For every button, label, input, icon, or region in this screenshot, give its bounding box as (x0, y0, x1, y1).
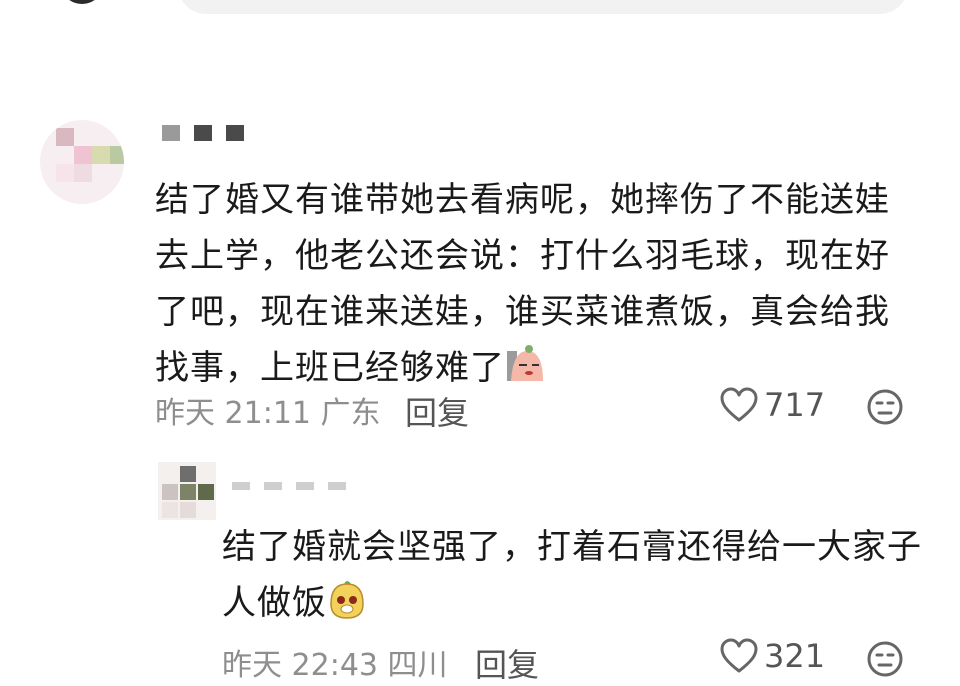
avatar-pixel (56, 164, 74, 182)
username-redacted[interactable] (162, 125, 244, 141)
avatar-pixel (180, 502, 196, 518)
avatar-pixel (180, 466, 196, 482)
avatar[interactable] (40, 120, 124, 204)
avatar-pixel (110, 146, 124, 164)
comment-input-bar[interactable] (178, 0, 908, 14)
neutral-face-icon[interactable] (866, 640, 904, 678)
avatar-pixel (74, 164, 92, 182)
heart-outline-icon (720, 387, 758, 422)
reply-reply-button[interactable]: 回复 (475, 640, 539, 686)
tired-face-emoji (505, 345, 545, 385)
like-button[interactable]: 717 (720, 386, 825, 424)
avatar-pixel (74, 146, 92, 164)
avatar-pixel (162, 484, 178, 500)
reply-like-count: 321 (764, 637, 826, 675)
avatar-pixel (92, 146, 110, 164)
neutral-face-icon[interactable] (866, 388, 904, 426)
reply-text: 结了婚就会坚强了，打着石膏还得给一大家子人做饭 (222, 519, 922, 631)
heart-outline-icon (720, 638, 758, 673)
avatar-pixel (198, 484, 214, 500)
previous-avatar (60, 0, 104, 4)
reply-button[interactable]: 回复 (405, 388, 469, 434)
crying-face-emoji (327, 580, 367, 620)
avatar-pixel (180, 484, 196, 500)
comment-text: 结了婚又有谁带她去看病呢，她摔伤了不能送娃去上学，他老公还会说：打什么羽毛球，现… (155, 172, 915, 396)
avatar-pixel (56, 128, 74, 146)
like-count: 717 (764, 386, 826, 424)
reply-username-redacted[interactable] (232, 482, 346, 490)
avatar-pixel (162, 502, 178, 518)
comment-timestamp: 昨天 21:11 广东 (155, 396, 381, 431)
reply-timestamp: 昨天 22:43 四川 (222, 648, 448, 683)
reply-like-button[interactable]: 321 (720, 637, 825, 675)
reply-avatar[interactable] (158, 462, 216, 520)
